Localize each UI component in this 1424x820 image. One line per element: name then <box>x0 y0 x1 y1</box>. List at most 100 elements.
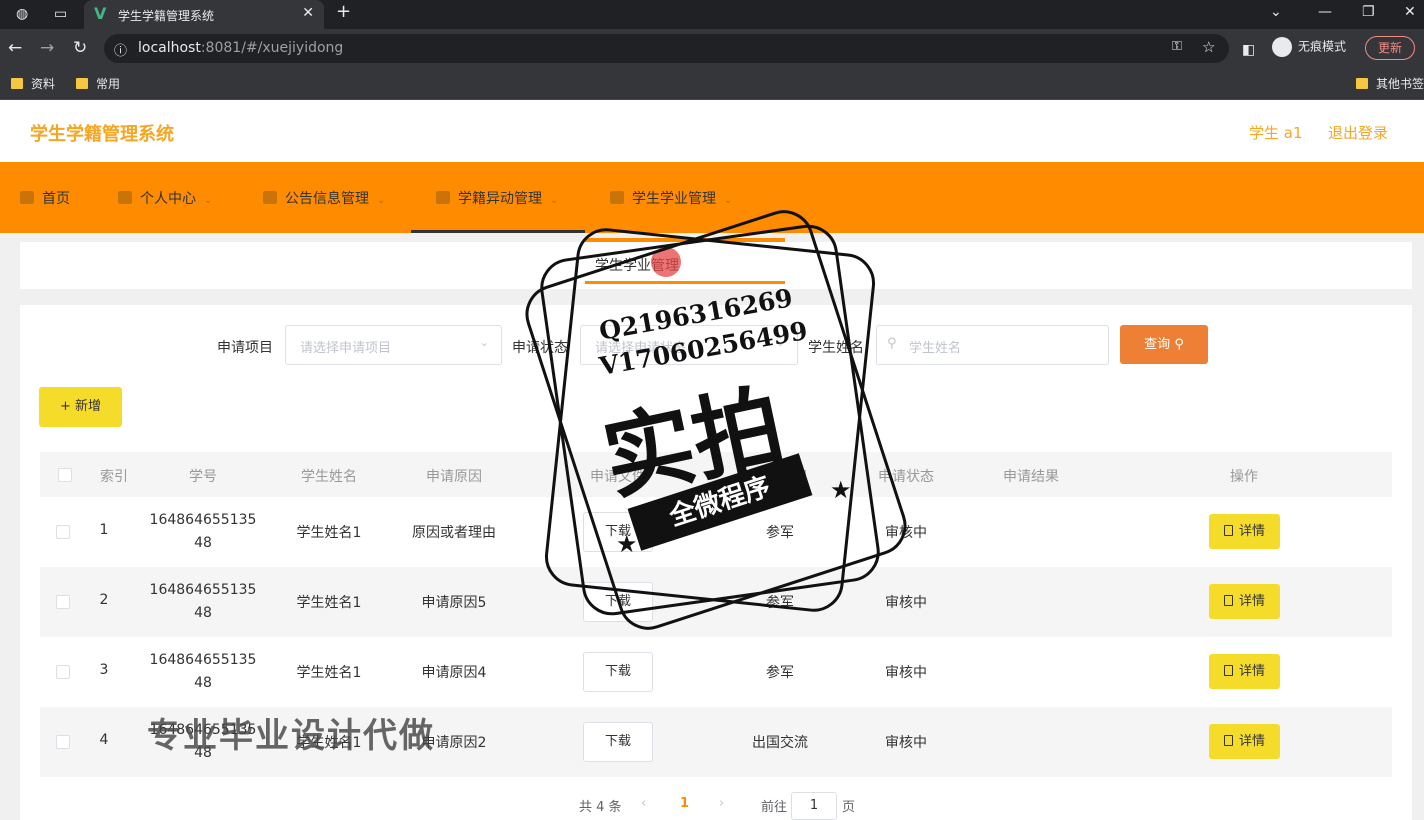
nav-item-home[interactable]: 首页 <box>20 188 70 208</box>
watermark-promo: 专业毕业设计代做 <box>147 716 435 756</box>
download-button[interactable]: 下载 <box>583 512 653 552</box>
search-icon: ⚲ <box>1174 337 1184 352</box>
detail-button[interactable]: 详情 <box>1209 584 1280 619</box>
col-project: 申请项目 <box>752 469 808 485</box>
cell-status: 审核中 <box>885 525 927 541</box>
nav-item-notice[interactable]: 公告信息管理 ⌄ <box>263 188 385 208</box>
cell-student-id: 16486465513548 <box>149 582 257 621</box>
minimize-icon[interactable]: — <box>1318 4 1332 20</box>
browser-tab-bar: ◍ ▭ V 学生学籍管理系统 ✕ + ⌄ — ❐ ✕ <box>0 0 1424 29</box>
next-page-icon[interactable]: › <box>719 796 724 811</box>
cell-reason: 申请原因5 <box>421 595 487 611</box>
vue-favicon-icon: V <box>94 4 107 23</box>
cell-student-name: 学生姓名1 <box>296 595 362 611</box>
col-result: 申请结果 <box>1003 469 1059 485</box>
cell-index: 1 <box>99 522 109 538</box>
row-checkbox[interactable] <box>56 735 70 749</box>
download-button[interactable]: 下载 <box>583 722 653 762</box>
cell-reason: 申请原因4 <box>421 665 487 681</box>
bookmark-star-icon[interactable]: ☆ <box>1202 38 1215 56</box>
chevron-down-icon: ⌄ <box>775 336 785 349</box>
sidebar-icon[interactable]: ◧ <box>1242 40 1255 60</box>
cell-status: 审核中 <box>885 665 927 681</box>
forward-icon[interactable]: → <box>40 38 54 58</box>
maximize-icon[interactable]: ❐ <box>1362 4 1375 20</box>
cell-reason: 原因或者理由 <box>412 525 496 541</box>
col-actions: 操作 <box>1230 469 1258 485</box>
other-bookmarks[interactable]: 其他书签 <box>1356 75 1424 92</box>
logout-link[interactable]: 退出登录 <box>1328 122 1388 143</box>
document-icon <box>1223 525 1233 536</box>
globe-icon[interactable]: ◍ <box>16 5 28 23</box>
col-student-id: 学号 <box>189 469 217 485</box>
select-all-checkbox[interactable] <box>58 468 72 482</box>
nav-item-academic[interactable]: 学生学业管理 ⌄ <box>610 188 732 208</box>
add-button[interactable]: + 新增 <box>39 387 122 427</box>
tab-search-icon[interactable]: ⌄ <box>1270 4 1282 20</box>
row-checkbox[interactable] <box>56 595 70 609</box>
close-window-icon[interactable]: ✕ <box>1404 4 1416 20</box>
row-checkbox[interactable] <box>56 525 70 539</box>
col-status: 申请状态 <box>878 469 934 485</box>
folder-icon <box>76 78 88 89</box>
browser-tab[interactable]: V 学生学籍管理系统 ✕ <box>84 0 324 29</box>
prev-page-icon[interactable]: ‹ <box>641 796 646 811</box>
incognito-indicator[interactable]: 无痕模式 <box>1272 37 1346 57</box>
cell-student-name: 学生姓名1 <box>296 525 362 541</box>
update-button[interactable]: 更新 <box>1365 36 1415 60</box>
app-title: 学生学籍管理系统 <box>30 124 174 145</box>
bookmarks-bar: 资料 常用 其他书签 <box>0 68 1424 100</box>
notice-icon <box>263 191 277 204</box>
tab-close-icon[interactable]: ✕ <box>302 5 314 21</box>
bookmark-folder-ziliao[interactable]: 资料 <box>11 75 55 92</box>
cell-project: 参军 <box>766 525 794 541</box>
chevron-down-icon: ⌄ <box>724 195 733 206</box>
detail-button[interactable]: 详情 <box>1209 724 1280 759</box>
nav-item-personal[interactable]: 个人中心 ⌄ <box>118 188 212 208</box>
table-header: 索引 学号 学生姓名 申请原因 申请文件 申请项目 申请状态 申请结果 操作 <box>40 452 1392 497</box>
pagination: 共 4 条 ‹ 1 › 前往 1 页 <box>20 792 1412 820</box>
detail-button[interactable]: 详情 <box>1209 514 1280 549</box>
row-checkbox[interactable] <box>56 665 70 679</box>
site-info-icon[interactable]: ⓘ <box>114 40 127 59</box>
document-icon <box>1223 595 1233 606</box>
project-label: 申请项目 <box>217 340 273 356</box>
app-header: 学生学籍管理系统 学生 a1 退出登录 <box>0 100 1424 162</box>
cell-student-id: 16486465513548 <box>149 512 257 551</box>
col-file: 申请文件 <box>590 469 646 485</box>
cell-student-name: 学生姓名1 <box>296 665 362 681</box>
col-student-name: 学生姓名 <box>301 469 357 485</box>
current-user[interactable]: 学生 a1 <box>1249 122 1303 143</box>
col-reason: 申请原因 <box>426 469 482 485</box>
address-bar-row: ← → ↻ ⓘ localhost:8081/#/xuejiyidong ⚿ ☆… <box>0 29 1424 68</box>
chevron-down-icon: ⌄ <box>377 195 386 206</box>
document-icon <box>1223 665 1233 676</box>
pagination-total: 共 4 条 <box>579 800 622 815</box>
url-input[interactable]: ⓘ localhost:8081/#/xuejiyidong ⚿ ☆ <box>104 34 1229 63</box>
page-number-current[interactable]: 1 <box>680 796 689 811</box>
download-button[interactable]: 下载 <box>583 582 653 622</box>
status-select[interactable]: 请选择申请状态 ⌄ <box>580 325 798 365</box>
search-button[interactable]: 查询 ⚲ <box>1120 325 1208 364</box>
search-icon: ⚲ <box>887 336 897 351</box>
window-icon[interactable]: ▭ <box>54 5 67 23</box>
new-tab-icon[interactable]: + <box>336 3 351 21</box>
key-icon[interactable]: ⚿ <box>1172 39 1182 54</box>
back-icon[interactable]: ← <box>8 38 22 58</box>
page-suffix: 页 <box>842 800 856 815</box>
student-name-input[interactable]: ⚲ 学生姓名 <box>876 325 1109 365</box>
url-text: localhost:8081/#/xuejiyidong <box>138 40 344 56</box>
cell-status: 审核中 <box>885 735 927 751</box>
tab-title: 学生学籍管理系统 <box>118 9 215 23</box>
reload-icon[interactable]: ↻ <box>73 38 87 58</box>
goto-page-input[interactable]: 1 <box>791 792 837 820</box>
user-icon <box>118 191 132 204</box>
bookmark-folder-changyong[interactable]: 常用 <box>76 75 120 92</box>
nav-item-status-change[interactable]: 学籍异动管理 ⌄ <box>436 188 558 208</box>
table-row: 3 16486465513548 学生姓名1 申请原因4 下载 参军 审核中 详… <box>40 637 1392 707</box>
download-button[interactable]: 下载 <box>583 652 653 692</box>
detail-button[interactable]: 详情 <box>1209 654 1280 689</box>
mouse-cursor-indicator <box>651 247 681 277</box>
project-select[interactable]: 请选择申请项目 ⌄ <box>285 325 502 365</box>
table-row: 2 16486465513548 学生姓名1 申请原因5 下载 参军 审核中 详… <box>40 567 1392 637</box>
